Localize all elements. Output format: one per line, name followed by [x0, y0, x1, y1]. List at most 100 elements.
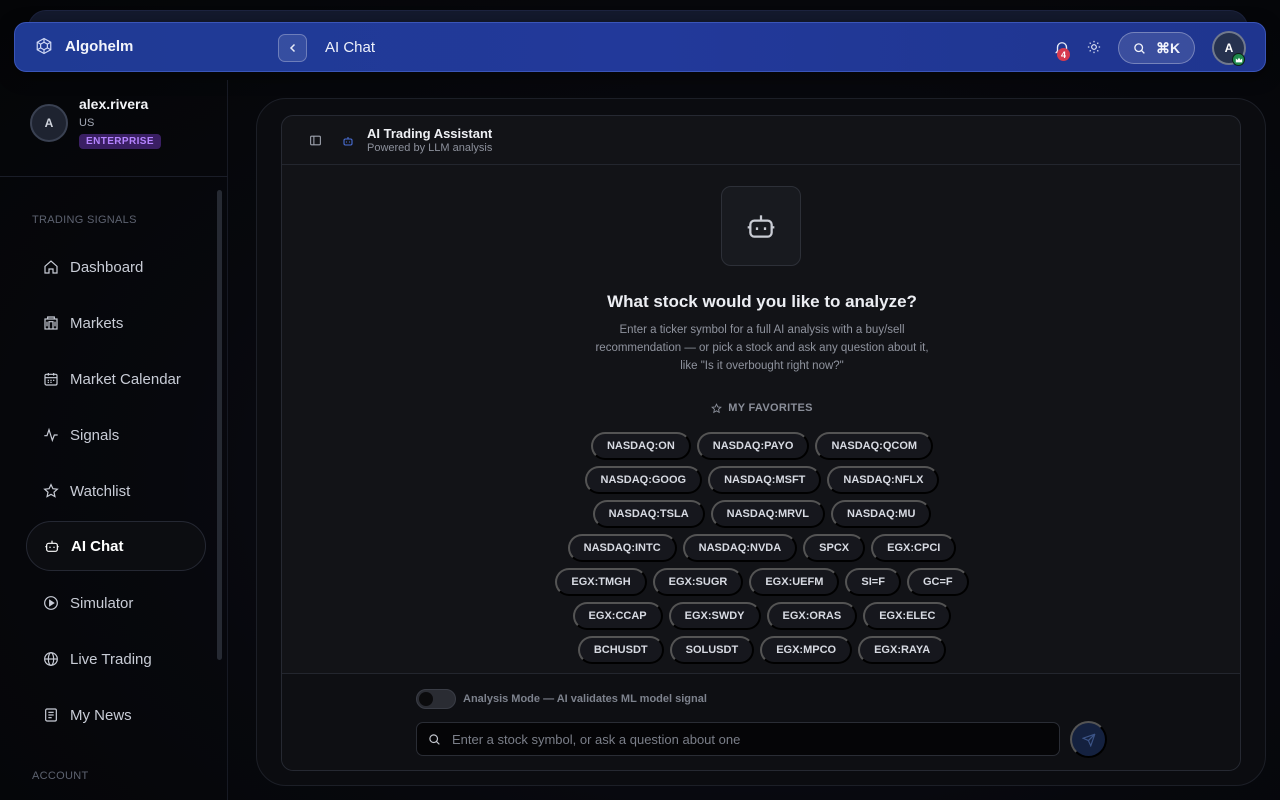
activity-icon [43, 427, 59, 443]
assistant-subtitle: Powered by LLM analysis [367, 142, 493, 154]
command-search-button[interactable]: ⌘K [1118, 32, 1195, 64]
favorite-chip[interactable]: NASDAQ:PAYO [696, 432, 810, 460]
search-icon [428, 733, 441, 746]
favorite-chip[interactable]: EGX:ORAS [766, 602, 858, 630]
favorite-chip[interactable]: EGX:SUGR [652, 568, 744, 596]
bot-icon [342, 135, 354, 147]
favorites-row: NASDAQ:ON NASDAQ:PAYO NASDAQ:QCOM [590, 432, 934, 460]
top-bar: Algohelm AI Chat 4 ⌘K A [14, 22, 1266, 72]
sidebar-item-label: Dashboard [70, 258, 144, 276]
search-icon [1133, 42, 1146, 55]
user-name: alex.rivera [79, 96, 149, 112]
chat-input-wrapper [416, 722, 1060, 756]
favorite-chip[interactable]: GC=F [906, 568, 969, 596]
favorite-chip[interactable]: NASDAQ:NVDA [682, 534, 798, 562]
composer: Analysis Mode — AI validates ML model si… [282, 673, 1240, 770]
page-title: AI Chat [325, 39, 376, 56]
favorite-chip[interactable]: EGX:CPCI [871, 534, 957, 562]
globe-icon [43, 651, 59, 667]
favorite-chip[interactable]: NASDAQ:MRVL [710, 500, 825, 528]
star-icon [43, 483, 59, 499]
analysis-mode-toggle[interactable] [416, 689, 456, 709]
sidebar-item-markets[interactable]: Markets [26, 298, 206, 348]
favorite-chip[interactable]: NASDAQ:QCOM [815, 432, 934, 460]
sidebar-item-label: Simulator [70, 594, 134, 612]
favorite-chip[interactable]: NASDAQ:INTC [567, 534, 677, 562]
favorites-heading: MY FAVORITES [282, 402, 1240, 414]
sidebar: A alex.rivera US ENTERPRISE TRADING SIGN… [0, 80, 228, 800]
favorite-chip[interactable]: NASDAQ:MU [830, 500, 932, 528]
chat-input[interactable] [452, 731, 1059, 747]
favorite-chip[interactable]: NASDAQ:NFLX [827, 466, 940, 494]
avatar: A [30, 104, 68, 142]
collapse-sidebar-button[interactable] [278, 34, 307, 62]
sidebar-item-label: AI Chat [71, 537, 124, 555]
hero-title: What stock would you like to analyze? [607, 292, 917, 311]
sidebar-item-watchlist[interactable]: Watchlist [26, 466, 206, 516]
bot-icon [745, 210, 777, 242]
star-icon [711, 402, 723, 414]
send-icon [1081, 733, 1096, 747]
sidebar-item-simulator[interactable]: Simulator [26, 578, 206, 628]
favorites-row: NASDAQ:INTC NASDAQ:NVDA SPCX EGX:CPCI [567, 534, 957, 562]
favorites-row: BCHUSDT SOLUSDT EGX:MPCO EGX:RAYA [577, 636, 947, 664]
favorite-chip[interactable]: EGX:UEFM [749, 568, 840, 596]
sidebar-item-live-trading[interactable]: Live Trading [26, 634, 206, 684]
favorites-label: MY FAVORITES [728, 402, 813, 414]
analysis-mode-label: Analysis Mode — AI validates ML model si… [463, 693, 707, 705]
sidebar-item-label: Live Trading [70, 650, 152, 668]
logo-icon [35, 37, 53, 55]
favorite-chip[interactable]: SPCX [803, 534, 866, 562]
sidebar-scrollbar[interactable] [217, 190, 222, 660]
favorites-row: NASDAQ:TSLA NASDAQ:MRVL NASDAQ:MU [592, 500, 932, 528]
sidebar-item-label: Market Calendar [70, 370, 181, 388]
tier-badge: ENTERPRISE [79, 134, 161, 149]
favorite-chip[interactable]: NASDAQ:GOOG [584, 466, 703, 494]
favorite-chip[interactable]: EGX:CCAP [572, 602, 663, 630]
bot-icon [44, 538, 60, 554]
bot-avatar-box [721, 186, 801, 266]
section-label-account: ACCOUNT [32, 770, 89, 782]
sidebar-item-label: Watchlist [70, 482, 131, 500]
favorite-chip[interactable]: EGX:RAYA [858, 636, 947, 664]
favorite-chip[interactable]: NASDAQ:TSLA [592, 500, 705, 528]
home-icon [43, 259, 59, 275]
sidebar-item-label: My News [70, 706, 132, 724]
sidebar-item-ai-chat[interactable]: AI Chat [26, 521, 206, 571]
sidebar-item-signals[interactable]: Signals [26, 410, 206, 460]
calendar-icon [43, 371, 59, 387]
brand[interactable]: Algohelm [35, 37, 133, 55]
play-circle-icon [43, 595, 59, 611]
favorite-chip[interactable]: EGX:MPCO [760, 636, 853, 664]
section-label-trading-signals: TRADING SIGNALS [32, 214, 137, 226]
sun-icon[interactable] [1087, 40, 1101, 54]
panel-toggle-icon[interactable] [309, 134, 322, 147]
chevron-left-icon [288, 43, 298, 53]
toggle-knob [419, 692, 433, 706]
favorites-list: NASDAQ:ON NASDAQ:PAYO NASDAQ:QCOM NASDAQ:GO… [472, 432, 1052, 664]
assistant-title: AI Trading Assistant [367, 126, 493, 141]
notification-badge: 4 [1057, 48, 1070, 61]
crown-icon [1232, 53, 1245, 66]
user-country: US [79, 117, 95, 129]
favorite-chip[interactable]: SI=F [845, 568, 901, 596]
brand-name: Algohelm [65, 37, 134, 55]
hero-description: Enter a ticker symbol for a full AI anal… [595, 324, 929, 372]
sidebar-item-label: Signals [70, 426, 120, 444]
newspaper-icon [43, 707, 59, 723]
favorite-chip[interactable]: BCHUSDT [577, 636, 664, 664]
favorite-chip[interactable]: EGX:ELEC [863, 602, 952, 630]
sidebar-item-market-calendar[interactable]: Market Calendar [26, 354, 206, 404]
favorite-chip[interactable]: NASDAQ:MSFT [708, 466, 822, 494]
favorite-chip[interactable]: SOLUSDT [669, 636, 755, 664]
send-button[interactable] [1070, 721, 1107, 758]
chat-card: AI Trading Assistant Powered by LLM anal… [281, 115, 1241, 771]
favorite-chip[interactable]: EGX:TMGH [555, 568, 647, 596]
favorites-row: NASDAQ:GOOG NASDAQ:MSFT NASDAQ:NFLX [584, 466, 940, 494]
sidebar-item-my-news[interactable]: My News [26, 690, 206, 740]
sidebar-item-dashboard[interactable]: Dashboard [26, 242, 206, 292]
favorite-chip[interactable]: NASDAQ:ON [590, 432, 691, 460]
search-shortcut: ⌘K [1155, 39, 1181, 56]
favorites-row: EGX:CCAP EGX:SWDY EGX:ORAS EGX:ELEC [572, 602, 952, 630]
favorite-chip[interactable]: EGX:SWDY [668, 602, 761, 630]
